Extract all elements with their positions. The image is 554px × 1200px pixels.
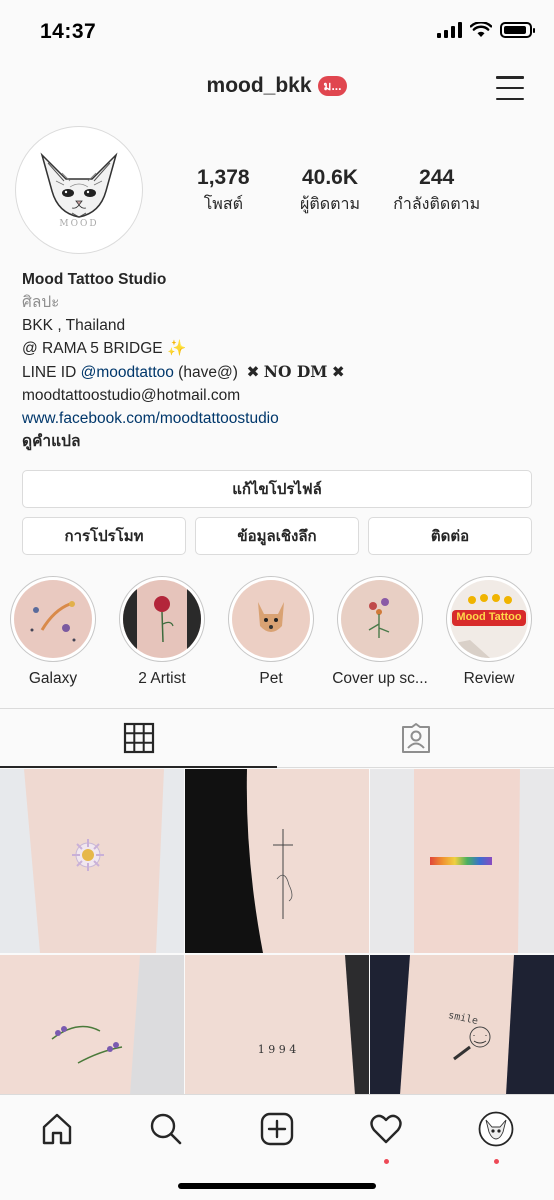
tagged-person-icon xyxy=(401,723,430,753)
stat-label: ผู้ติดตาม xyxy=(299,196,361,213)
highlight-image: Mood Tattoo xyxy=(450,580,528,658)
sparkles-icon: ✨ xyxy=(166,340,187,357)
nav-activity[interactable] xyxy=(366,1109,406,1164)
highlight-ring xyxy=(337,576,423,662)
notification-badge[interactable]: ม... xyxy=(317,76,348,96)
highlight-review[interactable]: Mood Tattoo Review xyxy=(439,576,539,688)
cross-mark-icon: ✖ xyxy=(331,364,345,381)
status-icons xyxy=(437,22,535,38)
tab-tagged[interactable] xyxy=(277,709,554,767)
nav-profile[interactable] xyxy=(476,1109,516,1164)
bio-line-id-suffix: (have@) xyxy=(173,364,238,381)
post-thumbnail[interactable] xyxy=(0,769,184,953)
battery-icon xyxy=(500,22,535,38)
posts-grid: 1 9 9 4 smile xyxy=(0,769,554,1097)
highlight-label: Review xyxy=(463,670,515,687)
username[interactable]: mood_bkk xyxy=(207,74,312,98)
highlight-galaxy[interactable]: Galaxy xyxy=(3,576,103,688)
cellular-signal-icon xyxy=(437,22,462,38)
profile-notification-dot xyxy=(493,1159,499,1164)
post-thumbnail[interactable] xyxy=(185,769,369,953)
profile-category: ศิลปะ xyxy=(22,294,60,311)
post-thumbnail[interactable] xyxy=(370,769,554,953)
profile-stats: 1,378 โพสต์ 40.6K ผู้ติดตาม 244 กำลังติด… xyxy=(170,166,490,217)
profile-avatar[interactable]: MOOD xyxy=(15,126,143,254)
highlight-pet[interactable]: Pet xyxy=(221,576,321,688)
bio-line-id-prefix: LINE ID xyxy=(22,364,81,381)
highlight-image xyxy=(232,580,310,658)
highlight-label: Cover up sc... xyxy=(332,670,428,687)
highlight-ring xyxy=(228,576,314,662)
heart-icon xyxy=(370,1114,402,1144)
bio-address-text: @ RAMA 5 BRIDGE xyxy=(22,340,163,357)
post-thumbnail[interactable]: 1 9 9 4 xyxy=(185,955,369,1095)
cross-mark-icon: ✖ xyxy=(246,364,260,381)
bio-mention-link[interactable]: @moodtattoo xyxy=(81,364,174,381)
profile-bio: Mood Tattoo Studio ศิลปะ BKK , Thailand … xyxy=(22,268,532,453)
status-time: 14:37 xyxy=(40,20,97,43)
stat-following[interactable]: 244 กำลังติดตาม xyxy=(383,166,490,217)
stat-value: 1,378 xyxy=(197,166,250,189)
profile-header: mood_bkk ม... xyxy=(0,66,554,114)
highlight-image xyxy=(341,580,419,658)
bio-website-link[interactable]: www.facebook.com/moodtattoostudio xyxy=(22,407,532,430)
nav-home[interactable] xyxy=(37,1109,77,1149)
highlight-ring xyxy=(10,576,96,662)
account-switcher[interactable]: mood_bkk ม... xyxy=(0,74,554,98)
highlight-image xyxy=(123,580,201,658)
hamburger-menu-icon[interactable] xyxy=(496,76,524,100)
post-caption-text: 1 9 9 4 xyxy=(257,1043,297,1056)
cat-logo-icon xyxy=(40,152,118,218)
profile-avatar-icon xyxy=(478,1111,514,1147)
nav-new-post[interactable] xyxy=(257,1109,297,1149)
stat-followers[interactable]: 40.6K ผู้ติดตาม xyxy=(277,166,384,217)
see-translation-link[interactable]: ดูคำแปล xyxy=(22,430,532,453)
profile-tabs xyxy=(0,708,554,768)
stat-value: 244 xyxy=(419,166,455,189)
bio-no-dm: NO DM xyxy=(263,362,328,381)
stat-label: โพสต์ xyxy=(203,196,243,213)
contact-button[interactable]: ติดต่อ xyxy=(368,517,532,555)
status-bar: 14:37 xyxy=(0,0,554,66)
post-thumbnail[interactable]: smile xyxy=(370,955,554,1095)
home-indicator xyxy=(178,1183,376,1189)
bottom-navigation xyxy=(0,1094,554,1200)
stat-value: 40.6K xyxy=(301,166,359,189)
tab-grid[interactable] xyxy=(0,709,277,768)
highlight-cover-up[interactable]: Cover up sc... xyxy=(330,576,430,688)
search-icon xyxy=(150,1113,182,1145)
highlight-image xyxy=(14,580,92,658)
highlight-label: Pet xyxy=(259,670,283,687)
bio-email: moodtattoostudio@hotmail.com xyxy=(22,387,241,404)
promote-button[interactable]: การโปรโมท xyxy=(22,517,186,555)
highlight-image-text: Mood Tattoo xyxy=(456,611,522,623)
battery-level xyxy=(504,26,526,34)
highlight-2-artist[interactable]: 2 Artist xyxy=(112,576,212,688)
activity-notification-dot xyxy=(383,1159,389,1164)
bio-line-location: BKK , Thailand xyxy=(22,317,126,334)
stat-label: กำลังติดตาม xyxy=(393,196,481,213)
highlight-label: 2 Artist xyxy=(138,670,186,687)
home-icon xyxy=(42,1113,72,1145)
grid-icon xyxy=(123,722,154,754)
bio-line-address: @ RAMA 5 BRIDGE ✨ xyxy=(22,337,532,360)
nav-search[interactable] xyxy=(146,1109,186,1149)
profile-name: Mood Tattoo Studio xyxy=(22,271,167,288)
edit-profile-button[interactable]: แก้ไขโปรไฟล์ xyxy=(22,470,532,508)
avatar-logo: MOOD xyxy=(20,131,138,249)
insights-button[interactable]: ข้อมูลเชิงลึก xyxy=(195,517,359,555)
highlight-label: Galaxy xyxy=(28,670,78,687)
add-post-icon xyxy=(260,1112,294,1146)
story-highlights: Galaxy 2 Artist Pet Cover up sc... Mood … xyxy=(0,576,554,696)
highlight-ring xyxy=(119,576,205,662)
bio-line-line-id: LINE ID @moodtattoo (have@) ✖ NO DM ✖ xyxy=(22,360,532,384)
avatar-logo-text: MOOD xyxy=(59,219,99,229)
wifi-icon xyxy=(470,22,492,37)
post-thumbnail[interactable] xyxy=(0,955,184,1095)
stat-posts[interactable]: 1,378 โพสต์ xyxy=(170,166,277,217)
highlight-ring: Mood Tattoo xyxy=(446,576,532,662)
